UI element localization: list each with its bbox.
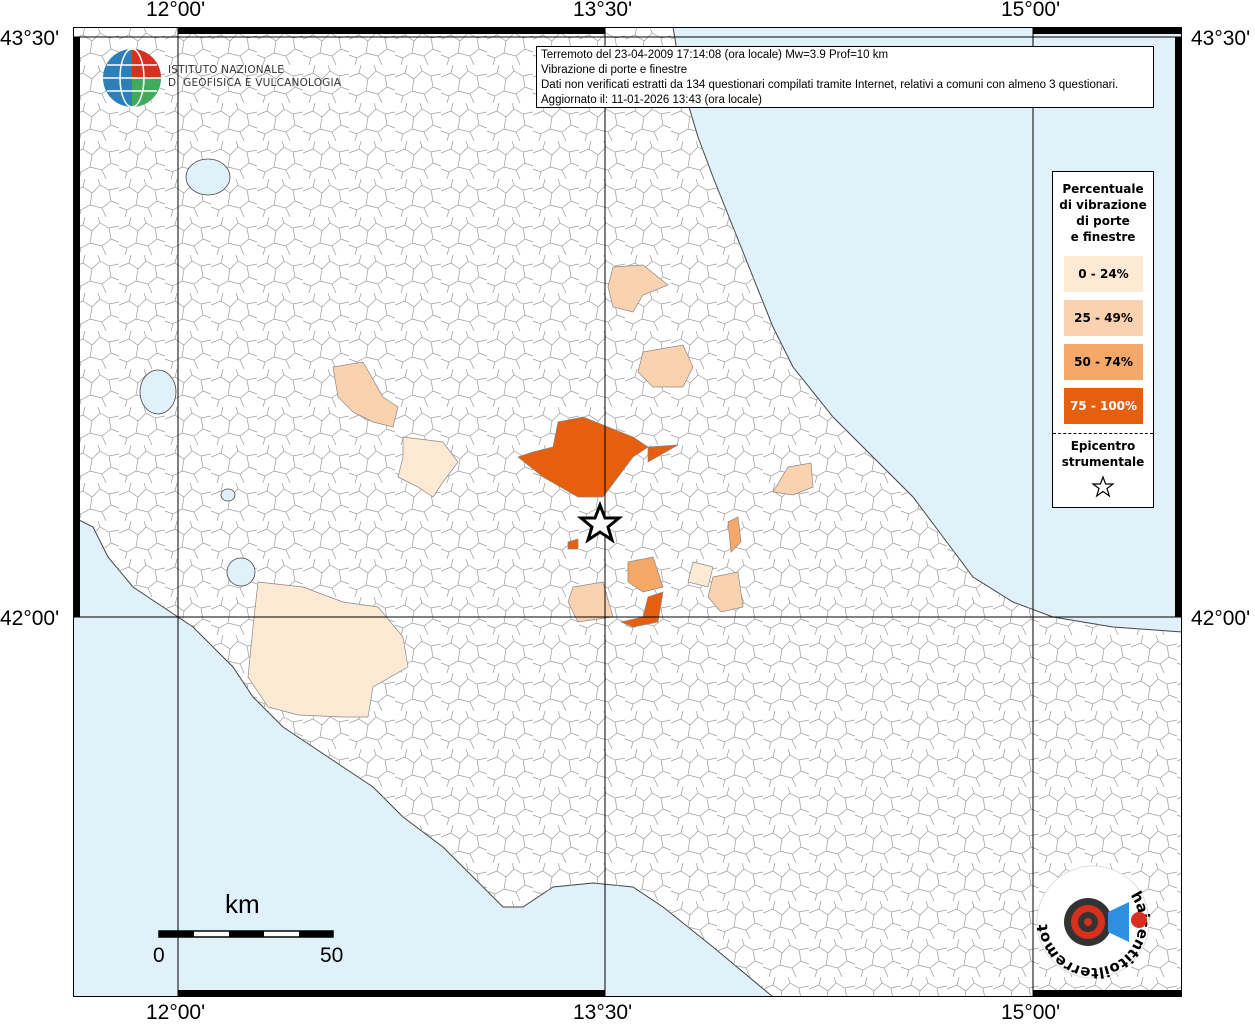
logo-line2: DI GEOFISICA E VULCANOLOGIA [168, 77, 342, 89]
coord-top-1330: 13°30' [573, 0, 633, 21]
legend-title-line: di porte [1076, 214, 1130, 228]
scale-unit: km [225, 889, 260, 919]
star-icon [1091, 475, 1115, 498]
scale-bar [158, 930, 334, 938]
hsit-badge-icon: haisentitoilterremoto.it [1033, 862, 1153, 982]
coord-bottom-12: 12°00' [146, 1001, 206, 1024]
legend-item-25-49: 25 - 49% [1064, 300, 1143, 336]
ingv-logo-text: ISTITUTO NAZIONALE DI GEOFISICA E VULCAN… [168, 64, 341, 90]
map[interactable] [73, 27, 1182, 997]
coord-top-15: 15°00' [1001, 0, 1061, 21]
lake [139, 369, 177, 415]
legend-title: Percentuale di vibrazione di porte e fin… [1053, 181, 1153, 245]
legend-title-line: Percentuale [1062, 182, 1144, 196]
zone-light [687, 561, 714, 588]
ingv-logo-icon [103, 48, 161, 108]
lake [220, 488, 236, 502]
legend-epicenter-line: strumentale [1061, 455, 1145, 469]
info-updated: Aggiornato il: 11-01-2026 13:43 (ora loc… [541, 94, 762, 106]
coord-top-12: 12°00' [146, 0, 206, 21]
coord-right-42: 42°00' [1191, 607, 1251, 630]
coord-left-4330: 43°30' [0, 27, 60, 50]
info-data-note: Dati non verificati estratti da 134 ques… [541, 79, 1119, 91]
lake [226, 557, 256, 587]
logo-line1: ISTITUTO NAZIONALE [168, 64, 285, 76]
coord-right-4330: 43°30' [1191, 27, 1251, 50]
legend-separator [1053, 433, 1153, 434]
info-event: Terremoto del 23-04-2009 17:14:08 (ora l… [541, 49, 889, 61]
info-measure: Vibrazione di porte e finestre [541, 64, 688, 76]
legend: Percentuale di vibrazione di porte e fin… [1052, 171, 1154, 508]
legend-item-0-24: 0 - 24% [1064, 256, 1143, 292]
legend-item-50-74: 50 - 74% [1064, 344, 1143, 380]
legend-epicenter-title: Epicentro strumentale [1053, 438, 1153, 470]
info-box: Terremoto del 23-04-2009 17:14:08 (ora l… [536, 46, 1154, 108]
zone-light [637, 344, 694, 388]
scale-max: 50 [320, 944, 344, 967]
coord-left-42: 42°00' [0, 607, 60, 630]
legend-epicenter-line: Epicentro [1070, 439, 1136, 453]
scale-min: 0 [153, 944, 165, 967]
coord-bottom-15: 15°00' [1001, 1001, 1061, 1024]
legend-title-line: e finestre [1070, 230, 1136, 244]
coord-bottom-1330: 13°30' [573, 1001, 633, 1024]
legend-title-line: di vibrazione [1059, 198, 1147, 212]
lake [185, 158, 231, 196]
legend-item-75-100: 75 - 100% [1064, 388, 1143, 424]
